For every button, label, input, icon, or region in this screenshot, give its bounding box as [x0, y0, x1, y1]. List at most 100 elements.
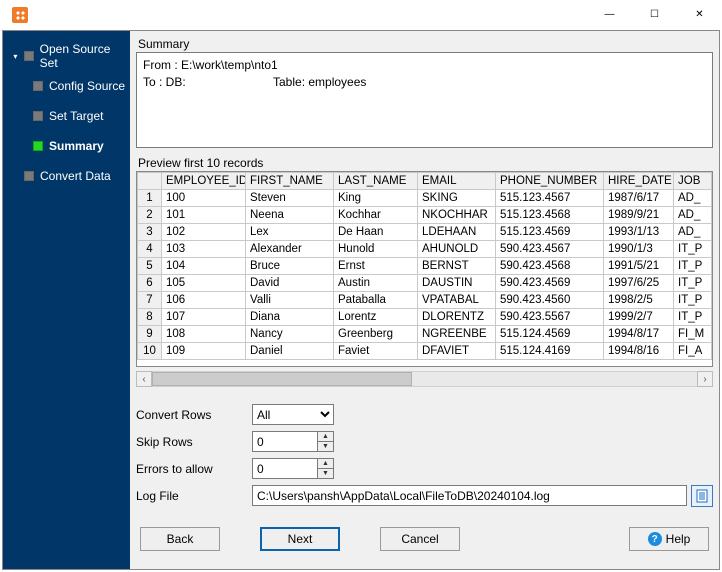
table-cell: VPATABAL [418, 292, 496, 309]
sidebar-item-open-source-set[interactable]: ▾Open Source Set [3, 41, 130, 71]
table-cell: Bruce [246, 258, 334, 275]
wizard-sidebar: ▾Open Source SetConfig Source Set Target S… [3, 31, 130, 569]
table-cell: Kochhar [334, 207, 418, 224]
step-status-box [33, 111, 43, 121]
column-header[interactable]: LAST_NAME [334, 173, 418, 190]
table-cell: SKING [418, 190, 496, 207]
row-number-cell: 5 [138, 258, 162, 275]
table-cell: 108 [162, 326, 246, 343]
table-cell: IT_P [674, 275, 712, 292]
table-cell: NKOCHHAR [418, 207, 496, 224]
skip-rows-input[interactable] [253, 432, 317, 451]
sidebar-item-summary[interactable]: Summary [3, 131, 130, 161]
table-cell: Faviet [334, 343, 418, 360]
horizontal-scrollbar[interactable]: ‹ › [136, 371, 713, 387]
table-row[interactable]: 5104BruceErnstBERNST590.423.45681991/5/2… [138, 258, 712, 275]
column-header[interactable]: PHONE_NUMBER [496, 173, 604, 190]
step-status-box [24, 51, 34, 61]
next-button[interactable]: Next [260, 527, 340, 551]
table-cell: IT_P [674, 241, 712, 258]
skip-rows-spinner[interactable]: ▲▼ [252, 431, 334, 452]
table-row[interactable]: 10109DanielFavietDFAVIET515.124.41691994… [138, 343, 712, 360]
errors-down[interactable]: ▼ [317, 468, 333, 478]
table-cell: Alexander [246, 241, 334, 258]
table-row[interactable]: 4103AlexanderHunoldAHUNOLD590.423.456719… [138, 241, 712, 258]
scroll-thumb[interactable] [152, 372, 412, 386]
close-icon: ✕ [695, 9, 703, 20]
row-number-cell: 10 [138, 343, 162, 360]
column-header[interactable]: EMAIL [418, 173, 496, 190]
table-row[interactable]: 2101NeenaKochharNKOCHHAR515.123.45681989… [138, 207, 712, 224]
table-cell: 100 [162, 190, 246, 207]
skip-rows-up[interactable]: ▲ [317, 432, 333, 441]
table-cell: Nancy [246, 326, 334, 343]
sidebar-item-set-target[interactable]: Set Target [3, 101, 130, 131]
expander-icon [11, 172, 20, 181]
row-number-cell: 1 [138, 190, 162, 207]
table-cell: DFAVIET [418, 343, 496, 360]
skip-rows-down[interactable]: ▼ [317, 441, 333, 451]
table-cell: IT_P [674, 309, 712, 326]
table-cell: Hunold [334, 241, 418, 258]
sidebar-item-label: Set Target [49, 109, 103, 123]
maximize-icon: ☐ [650, 9, 659, 20]
table-cell: 109 [162, 343, 246, 360]
step-status-box [24, 171, 34, 181]
wizard-button-bar: Back Next Cancel ? Help [136, 525, 713, 553]
table-cell: Lorentz [334, 309, 418, 326]
column-header[interactable]: EMPLOYEE_ID [162, 173, 246, 190]
table-cell: 515.124.4169 [496, 343, 604, 360]
table-cell: Diana [246, 309, 334, 326]
table-cell: DAUSTIN [418, 275, 496, 292]
row-number-cell: 2 [138, 207, 162, 224]
row-number-header[interactable] [138, 173, 162, 190]
scroll-right-button[interactable]: › [697, 371, 713, 387]
column-header[interactable]: HIRE_DATE [604, 173, 674, 190]
table-cell: Valli [246, 292, 334, 309]
table-cell: 104 [162, 258, 246, 275]
scroll-track[interactable] [152, 371, 697, 387]
close-button[interactable]: ✕ [677, 0, 722, 30]
table-cell: 103 [162, 241, 246, 258]
scroll-left-button[interactable]: ‹ [136, 371, 152, 387]
sidebar-item-convert-data[interactable]: Convert Data [3, 161, 130, 191]
content-pane: Summary From : E:\work\temp\nto1 To : DB… [130, 31, 719, 569]
table-cell: AD_ [674, 224, 712, 241]
errors-input[interactable] [253, 459, 317, 478]
sidebar-item-config-source[interactable]: Config Source [3, 71, 130, 101]
minimize-button[interactable]: — [587, 0, 632, 30]
table-row[interactable]: 8107DianaLorentzDLORENTZ590.423.55671999… [138, 309, 712, 326]
errors-up[interactable]: ▲ [317, 459, 333, 468]
column-header[interactable]: JOB [674, 173, 712, 190]
row-number-cell: 8 [138, 309, 162, 326]
preview-table: EMPLOYEE_IDFIRST_NAMELAST_NAMEEMAILPHONE… [137, 172, 712, 360]
column-header[interactable]: FIRST_NAME [246, 173, 334, 190]
table-cell: 107 [162, 309, 246, 326]
table-row[interactable]: 6105DavidAustinDAUSTIN590.423.45691997/6… [138, 275, 712, 292]
table-cell: 105 [162, 275, 246, 292]
table-row[interactable]: 1100StevenKingSKING515.123.45671987/6/17… [138, 190, 712, 207]
table-cell: 1993/1/13 [604, 224, 674, 241]
preview-heading: Preview first 10 records [138, 156, 713, 170]
maximize-button[interactable]: ☐ [632, 0, 677, 30]
table-cell: Neena [246, 207, 334, 224]
help-button[interactable]: ? Help [629, 527, 709, 551]
log-file-input[interactable] [252, 485, 687, 506]
table-cell: AHUNOLD [418, 241, 496, 258]
table-cell: King [334, 190, 418, 207]
table-row[interactable]: 7106ValliPataballaVPATABAL590.423.456019… [138, 292, 712, 309]
errors-spinner[interactable]: ▲▼ [252, 458, 334, 479]
convert-rows-select[interactable]: All [252, 404, 334, 425]
cancel-button[interactable]: Cancel [380, 527, 460, 551]
table-cell: BERNST [418, 258, 496, 275]
app-icon [12, 7, 28, 23]
log-file-browse-button[interactable] [691, 485, 713, 507]
table-cell: 102 [162, 224, 246, 241]
table-cell: 1994/8/17 [604, 326, 674, 343]
table-cell: NGREENBE [418, 326, 496, 343]
table-row[interactable]: 9108NancyGreenbergNGREENBE515.124.456919… [138, 326, 712, 343]
skip-rows-label: Skip Rows [136, 435, 252, 449]
table-row[interactable]: 3102LexDe HaanLDEHAAN515.123.45691993/1/… [138, 224, 712, 241]
back-button[interactable]: Back [140, 527, 220, 551]
table-cell: 590.423.5567 [496, 309, 604, 326]
